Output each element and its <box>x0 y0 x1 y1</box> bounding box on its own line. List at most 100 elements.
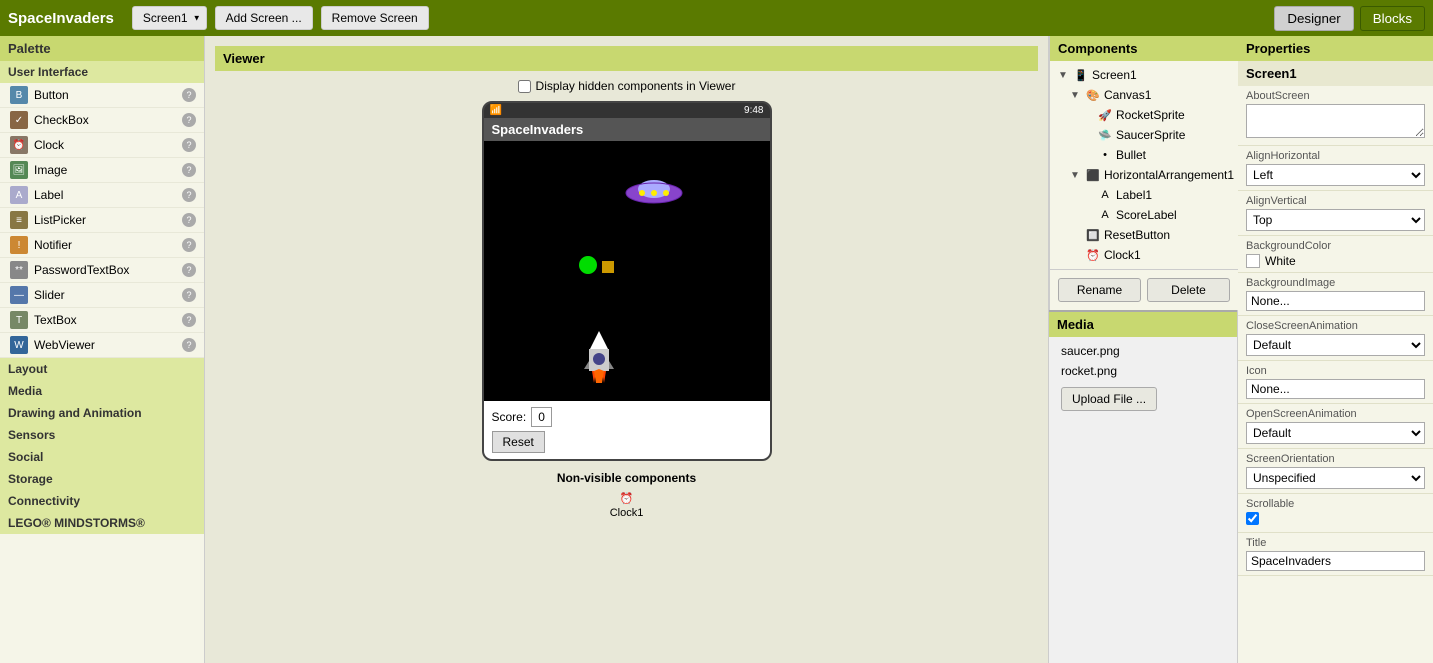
canvas1-toggle[interactable]: ▼ <box>1070 90 1082 101</box>
listpicker-info-icon[interactable]: ? <box>182 213 196 227</box>
prop-alignhorizontal: AlignHorizontal Left Center Right <box>1238 146 1433 191</box>
upload-file-button[interactable]: Upload File ... <box>1061 387 1157 411</box>
alignvertical-select[interactable]: Top Center Bottom <box>1246 209 1425 231</box>
media-file-saucer[interactable]: saucer.png <box>1053 341 1233 361</box>
alignhorizontal-select[interactable]: Left Center Right <box>1246 164 1425 186</box>
clock1-label: Clock1 <box>610 507 644 519</box>
passwordtextbox-info-icon[interactable]: ? <box>182 263 196 277</box>
tree-item-canvas1[interactable]: ▼ 🎨 Canvas1 <box>1066 85 1234 105</box>
score-box: 0 <box>531 407 552 427</box>
checkbox-info-icon[interactable]: ? <box>182 113 196 127</box>
notifier-info-icon[interactable]: ? <box>182 238 196 252</box>
tree-item-label1[interactable]: A Label1 <box>1078 185 1234 205</box>
bullet-icon: • <box>1097 147 1113 163</box>
icon-input[interactable] <box>1246 379 1425 399</box>
tree-item-rocketsprite[interactable]: 🚀 RocketSprite <box>1078 105 1234 125</box>
score-label: Score: <box>492 410 527 424</box>
media-panel: saucer.png rocket.png Upload File ... <box>1049 337 1237 421</box>
label1-icon: A <box>1097 187 1113 203</box>
palette-section-lego: LEGO® MINDSTORMS® <box>0 512 204 534</box>
icon-label: Icon <box>1246 365 1425 377</box>
button-label: Button <box>34 88 176 102</box>
tree-item-harrangement1[interactable]: ▼ ⬛ HorizontalArrangement1 <box>1066 165 1234 185</box>
rename-button[interactable]: Rename <box>1058 278 1141 302</box>
palette-item-notifier[interactable]: ! Notifier ? <box>0 233 204 258</box>
prop-backgroundcolor: BackgroundColor White <box>1238 236 1433 273</box>
palette-item-clock[interactable]: ⏰ Clock ? <box>0 133 204 158</box>
palette-section-storage: Storage <box>0 468 204 490</box>
notifier-icon: ! <box>10 236 28 254</box>
backgroundcolor-swatch[interactable] <box>1246 254 1260 268</box>
tree-item-scorelabel[interactable]: A ScoreLabel <box>1078 205 1234 225</box>
scrollable-label: Scrollable <box>1246 498 1425 510</box>
remove-screen-button[interactable]: Remove Screen <box>321 6 429 30</box>
harrangement1-toggle[interactable]: ▼ <box>1070 170 1082 181</box>
openscreenanimation-select[interactable]: Default <box>1246 422 1425 444</box>
aboutscreen-label: AboutScreen <box>1246 90 1425 102</box>
blocks-button[interactable]: Blocks <box>1360 6 1425 31</box>
backgroundcolor-value: White <box>1265 254 1296 268</box>
harrangement1-label: HorizontalArrangement1 <box>1104 168 1234 182</box>
palette-panel: Palette User Interface B Button ? ✓ Chec… <box>0 36 205 663</box>
score-row: Score: 0 <box>492 407 762 427</box>
palette-item-listpicker[interactable]: ≡ ListPicker ? <box>0 208 204 233</box>
saucersprite-label: SaucerSprite <box>1116 128 1185 142</box>
non-visible-title: Non-visible components <box>215 471 1038 485</box>
palette-item-image[interactable]: 🖼 Image ? <box>0 158 204 183</box>
clock-info-icon[interactable]: ? <box>182 138 196 152</box>
topbar: SpaceInvaders Screen1 Add Screen ... Rem… <box>0 0 1433 36</box>
backgroundimage-input[interactable] <box>1246 291 1425 311</box>
slider-info-icon[interactable]: ? <box>182 288 196 302</box>
button-info-icon[interactable]: ? <box>182 88 196 102</box>
palette-section-layout: Layout <box>0 358 204 380</box>
phone-frame: 📶 9:48 SpaceInvaders <box>482 101 772 461</box>
textbox-label: TextBox <box>34 313 176 327</box>
score-value: 0 <box>538 410 545 424</box>
tree-item-resetbutton[interactable]: 🔲 ResetButton <box>1066 225 1234 245</box>
notifier-label: Notifier <box>34 238 176 252</box>
prop-openscreenanimation: OpenScreenAnimation Default <box>1238 404 1433 449</box>
resetbutton-label: ResetButton <box>1104 228 1170 242</box>
display-hidden-checkbox[interactable] <box>518 80 531 93</box>
delete-button[interactable]: Delete <box>1147 278 1230 302</box>
webviewer-info-icon[interactable]: ? <box>182 338 196 352</box>
screen1-icon: 📱 <box>1073 67 1089 83</box>
time-display: 9:48 <box>744 105 763 116</box>
saucersprite-icon: 🛸 <box>1097 127 1113 143</box>
palette-item-textbox[interactable]: T TextBox ? <box>0 308 204 333</box>
designer-button[interactable]: Designer <box>1274 6 1353 31</box>
phone-canvas <box>484 141 770 401</box>
title-input[interactable] <box>1246 551 1425 571</box>
screenorientation-select[interactable]: Unspecified Portrait Landscape <box>1246 467 1425 489</box>
non-visible-section: Non-visible components ⏰ Clock1 <box>215 471 1038 519</box>
reset-button[interactable]: Reset <box>492 431 545 453</box>
listpicker-icon: ≡ <box>10 211 28 229</box>
add-screen-button[interactable]: Add Screen ... <box>215 6 313 30</box>
media-file-rocket[interactable]: rocket.png <box>1053 361 1233 381</box>
screen1-toggle[interactable]: ▼ <box>1058 70 1070 81</box>
passwordtextbox-icon: ** <box>10 261 28 279</box>
passwordtextbox-label: PasswordTextBox <box>34 263 176 277</box>
palette-item-checkbox[interactable]: ✓ CheckBox ? <box>0 108 204 133</box>
tree-item-clock1[interactable]: ⏰ Clock1 <box>1066 245 1234 265</box>
image-info-icon[interactable]: ? <box>182 163 196 177</box>
closescreenanimation-select[interactable]: Default <box>1246 334 1425 356</box>
palette-item-passwordtextbox[interactable]: ** PasswordTextBox ? <box>0 258 204 283</box>
textbox-info-icon[interactable]: ? <box>182 313 196 327</box>
label-label: Label <box>34 188 176 202</box>
palette-item-webviewer[interactable]: W WebViewer ? <box>0 333 204 358</box>
screen-dropdown[interactable]: Screen1 <box>132 6 207 30</box>
backgroundcolor-label: BackgroundColor <box>1246 240 1425 252</box>
backgroundimage-label: BackgroundImage <box>1246 277 1425 289</box>
aboutscreen-input[interactable] <box>1246 104 1425 138</box>
main-area: Palette User Interface B Button ? ✓ Chec… <box>0 36 1433 663</box>
scorelabel-icon: A <box>1097 207 1113 223</box>
scrollable-checkbox[interactable] <box>1246 512 1259 525</box>
tree-item-bullet[interactable]: • Bullet <box>1078 145 1234 165</box>
palette-item-slider[interactable]: — Slider ? <box>0 283 204 308</box>
palette-item-button[interactable]: B Button ? <box>0 83 204 108</box>
tree-item-saucersprite[interactable]: 🛸 SaucerSprite <box>1078 125 1234 145</box>
palette-item-label[interactable]: A Label ? <box>0 183 204 208</box>
label-info-icon[interactable]: ? <box>182 188 196 202</box>
tree-item-screen1[interactable]: ▼ 📱 Screen1 <box>1054 65 1234 85</box>
